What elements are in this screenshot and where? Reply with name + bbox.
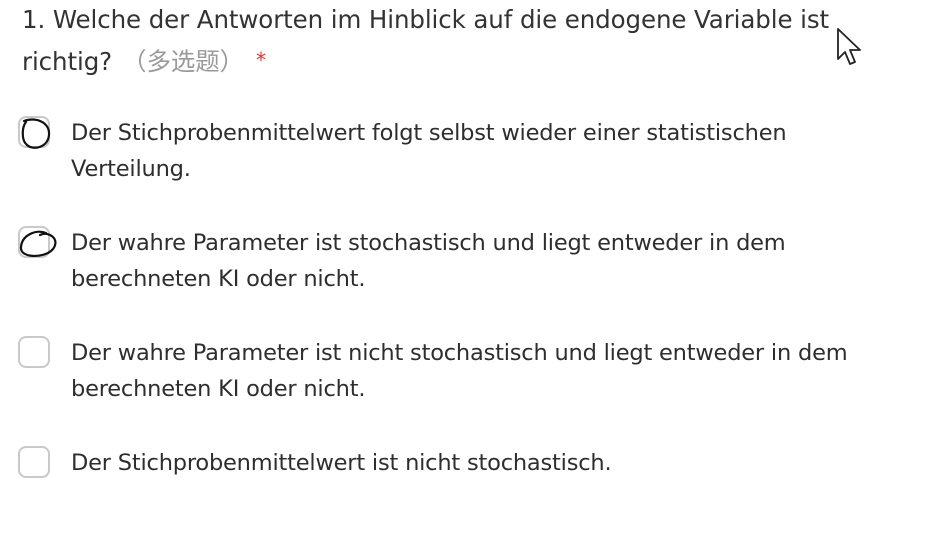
hand-drawn-circle-icon [19,230,57,258]
option-3[interactable]: Der wahre Parameter ist nicht stochastis… [16,330,916,440]
option-4[interactable]: Der Stichprobenmittelwert ist nicht stoc… [16,440,916,550]
option-2-label[interactable]: Der wahre Parameter ist stochastisch und… [71,225,906,297]
option-1[interactable]: Der Stichprobenmittelwert folgt selbst w… [16,110,916,220]
option-1-checkbox[interactable] [18,116,51,149]
question-block: 1. Welche der Antworten im Hinblick auf … [22,0,917,82]
question-title: 1. Welche der Antworten im Hinblick auf … [22,0,917,82]
option-3-checkbox[interactable] [18,336,50,368]
option-4-checkbox[interactable] [18,446,50,478]
mouse-pointer-icon [837,28,861,65]
required-marker: * [256,48,266,72]
hand-drawn-circle-icon [21,118,51,149]
option-2-checkbox[interactable] [18,226,57,258]
question-type-label: （多选题） [122,47,245,76]
option-1-label[interactable]: Der Stichprobenmittelwert folgt selbst w… [71,115,906,187]
option-4-label[interactable]: Der Stichprobenmittelwert ist nicht stoc… [71,445,906,481]
answer-options: Der Stichprobenmittelwert folgt selbst w… [16,110,916,550]
option-2[interactable]: Der wahre Parameter ist stochastisch und… [16,220,916,330]
option-3-label[interactable]: Der wahre Parameter ist nicht stochastis… [71,335,906,407]
